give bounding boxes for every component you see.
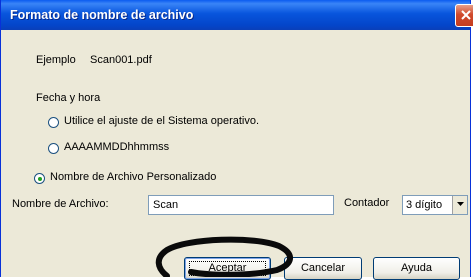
date-time-label: Fecha y hora [36,92,101,104]
counter-dropdown-button[interactable] [452,196,467,214]
dialog-title: Formato de nombre de archivo [10,8,194,22]
counter-select-value: 3 dígito [406,199,443,211]
filename-input[interactable]: Scan [148,195,334,215]
radio-datetime-format-label[interactable]: AAAAMMDDhhmmss [64,141,169,153]
example-value: Scan001.pdf [90,54,152,66]
title-bar[interactable]: Formato de nombre de archivo [1,0,473,30]
radio-selected-dot [37,176,42,181]
help-button-label: Ayuda [401,262,432,274]
chevron-down-icon [457,202,464,206]
close-button[interactable] [455,4,473,27]
radio-os-setting-label[interactable]: Utilice el ajuste de el Sistema operativ… [64,115,259,127]
close-icon [461,10,471,20]
cancel-button-label: Cancelar [300,262,346,274]
file-name-format-dialog: Formato de nombre de archivo Ejemplo Sca… [0,0,473,280]
radio-os-setting[interactable] [48,117,59,128]
filename-label: Nombre de Archivo: [12,198,109,210]
radio-datetime-format[interactable] [48,143,59,154]
example-label: Ejemplo [36,54,76,66]
counter-label: Contador [344,197,390,209]
counter-select[interactable]: 3 dígito [402,195,468,215]
radio-custom-name-label[interactable]: Nombre de Archivo Personalizado [50,171,216,183]
radio-custom-name[interactable] [34,173,45,184]
